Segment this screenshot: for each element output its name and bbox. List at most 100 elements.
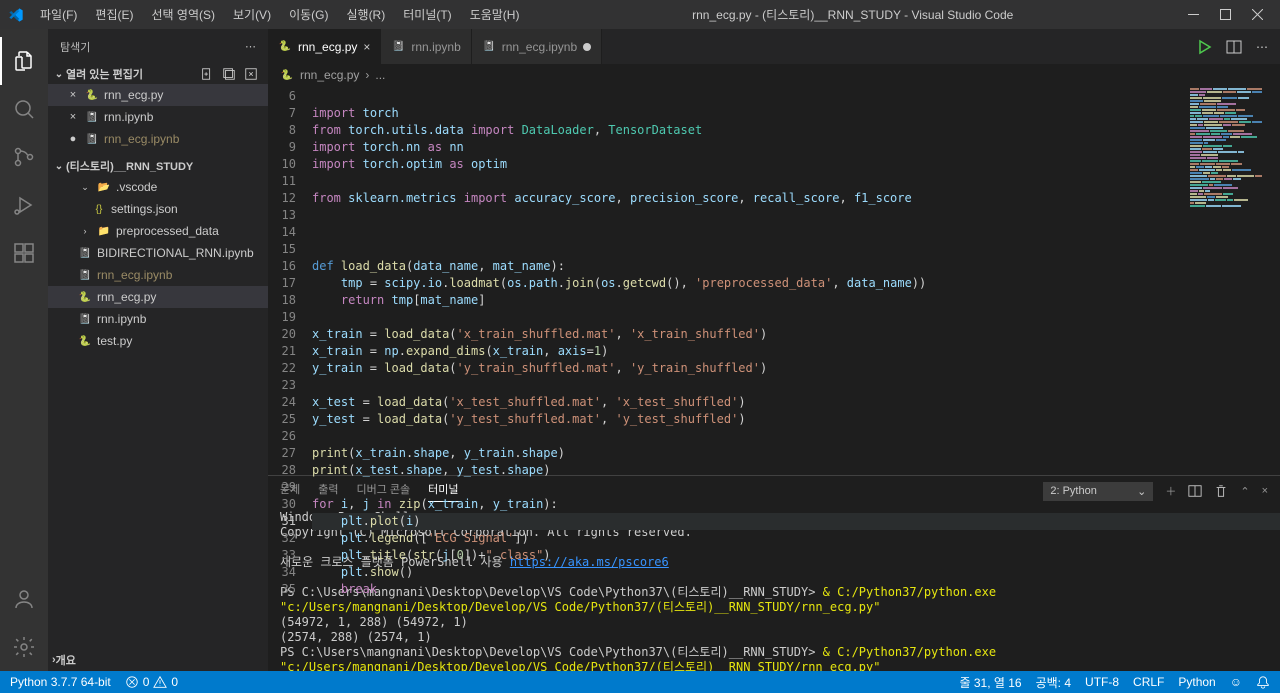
file-name: rnn.ipynb [104,110,153,124]
breadcrumb-file: rnn_ecg.py [300,68,359,82]
file-tree: ⌄ 📂 .vscode {} settings.json › 📁 preproc… [48,176,268,358]
open-editor-item[interactable]: × 📓 rnn.ipynb [48,106,268,128]
menu-selection[interactable]: 선택 영역(S) [143,2,223,27]
new-file-icon[interactable] [200,67,214,81]
status-bar: Python 3.7.7 64-bit 0 0 줄 31, 열 16 공백: 4… [0,671,1280,693]
close-icon[interactable]: × [66,111,80,123]
folder-name: (티스토리)__RNN_STUDY [66,158,193,174]
item-label: rnn_ecg.py [97,290,156,304]
source-control-icon[interactable] [0,133,48,181]
minimap[interactable] [1186,86,1266,475]
tree-folder[interactable]: ⌄ 📂 .vscode [48,176,268,198]
close-icon[interactable]: × [66,89,80,101]
tree-file[interactable]: 🐍 test.py [48,330,268,352]
minimize-button[interactable] [1186,8,1200,22]
status-feedback-icon[interactable]: ☺ [1230,675,1242,689]
split-editor-icon[interactable] [1226,39,1242,55]
run-debug-icon[interactable] [0,181,48,229]
file-name: rnn_ecg.ipynb [104,132,179,146]
open-editor-item[interactable]: ● 📓 rnn_ecg.ipynb [48,128,268,150]
close-all-icon[interactable] [244,67,258,81]
editor-tabs: 🐍 rnn_ecg.py × 📓 rnn.ipynb 📓 rnn_ecg.ipy… [268,29,1280,64]
open-editors-label: 열려 있는 편집기 [66,66,143,82]
tab[interactable]: 📓 rnn_ecg.ipynb [472,29,602,64]
search-icon[interactable] [0,85,48,133]
status-python[interactable]: Python 3.7.7 64-bit [10,675,111,689]
tab-label: rnn_ecg.py [298,40,357,54]
chevron-down-icon: ⌄ [52,69,66,80]
menu-file[interactable]: 파일(F) [32,2,85,27]
editor-body[interactable]: 6789101112131415161718192021222324252627… [268,86,1280,475]
tab-label: rnn.ipynb [411,40,460,54]
tab[interactable]: 🐍 rnn_ecg.py × [268,29,381,64]
run-file-icon[interactable] [1196,39,1212,55]
status-encoding[interactable]: UTF-8 [1085,675,1119,689]
line-gutter: 6789101112131415161718192021222324252627… [268,86,312,475]
item-label: BIDIRECTIONAL_RNN.ipynb [97,246,254,260]
sidebar-more-icon[interactable]: ⋯ [245,40,256,53]
status-cursor[interactable]: 줄 31, 열 16 [959,674,1021,691]
menu-terminal[interactable]: 터미널(T) [395,2,459,27]
notebook-file-icon: 📓 [78,312,92,326]
tree-file[interactable]: 🐍 rnn_ecg.py [48,286,268,308]
tab[interactable]: 📓 rnn.ipynb [381,29,471,64]
tree-file[interactable]: 📓 rnn_ecg.ipynb [48,264,268,286]
tree-folder[interactable]: › 📁 preprocessed_data [48,220,268,242]
python-file-icon: 🐍 [78,334,92,348]
status-eol[interactable]: CRLF [1133,675,1164,689]
python-file-icon: 🐍 [78,290,92,304]
tree-file[interactable]: 📓 BIDIRECTIONAL_RNN.ipynb [48,242,268,264]
json-file-icon: {} [92,202,106,216]
folder-icon: 📂 [97,180,111,194]
menu-go[interactable]: 이동(G) [281,2,336,27]
item-label: test.py [97,334,132,348]
notebook-file-icon: 📓 [85,132,99,146]
tab-label: rnn_ecg.ipynb [502,40,577,54]
explorer-icon[interactable] [0,37,48,85]
status-lang[interactable]: Python [1178,675,1215,689]
status-notifications-icon[interactable] [1256,675,1270,689]
file-name: rnn_ecg.py [104,88,163,102]
item-label: .vscode [116,180,157,194]
maximize-button[interactable] [1218,8,1232,22]
close-icon[interactable]: × [363,40,370,54]
chevron-down-icon: ⌄ [78,180,92,194]
status-problems[interactable]: 0 0 [125,675,178,689]
folder-header[interactable]: ⌄ (티스토리)__RNN_STUDY [48,156,268,176]
status-spaces[interactable]: 공백: 4 [1036,674,1071,691]
sidebar-title: 탐색기 ⋯ [48,29,268,64]
close-button[interactable] [1250,8,1264,22]
extensions-icon[interactable] [0,229,48,277]
more-actions-icon[interactable]: ⋯ [1256,40,1268,54]
error-count: 0 [143,675,150,689]
window-controls [1178,8,1272,22]
editor-area: 🐍 rnn_ecg.py × 📓 rnn.ipynb 📓 rnn_ecg.ipy… [268,29,1280,671]
outline-header[interactable]: › 개요 [48,649,268,671]
vscode-logo-icon [8,7,24,23]
menu-view[interactable]: 보기(V) [225,2,279,27]
sidebar-title-label: 탐색기 [60,39,90,55]
activity-bar [0,29,48,671]
save-all-icon[interactable] [222,67,236,81]
item-label: rnn_ecg.ipynb [97,268,172,282]
open-editor-item[interactable]: × 🐍 rnn_ecg.py [48,84,268,106]
menu-edit[interactable]: 편집(E) [87,2,141,27]
folder-icon: 📁 [97,224,111,238]
menu-run[interactable]: 실행(R) [338,2,393,27]
item-label: rnn.ipynb [97,312,146,326]
modified-dot-icon[interactable]: ● [66,133,80,145]
tree-file[interactable]: {} settings.json [48,198,268,220]
open-editors-header[interactable]: ⌄ 열려 있는 편집기 [48,64,268,84]
titlebar: 파일(F) 편집(E) 선택 영역(S) 보기(V) 이동(G) 실행(R) 터… [0,0,1280,29]
settings-gear-icon[interactable] [0,623,48,671]
warning-count: 0 [171,675,178,689]
menu-bar: 파일(F) 편집(E) 선택 영역(S) 보기(V) 이동(G) 실행(R) 터… [32,2,527,27]
chevron-down-icon: ⌄ [52,161,66,172]
menu-help[interactable]: 도움말(H) [462,2,528,27]
breadcrumb[interactable]: 🐍 rnn_ecg.py › ... [268,64,1280,86]
notebook-file-icon: 📓 [78,268,92,282]
accounts-icon[interactable] [0,575,48,623]
tree-file[interactable]: 📓 rnn.ipynb [48,308,268,330]
code-content[interactable]: import torchfrom torch.utils.data import… [312,86,1280,475]
window-title: rnn_ecg.py - (티스토리)__RNN_STUDY - Visual … [527,6,1178,23]
